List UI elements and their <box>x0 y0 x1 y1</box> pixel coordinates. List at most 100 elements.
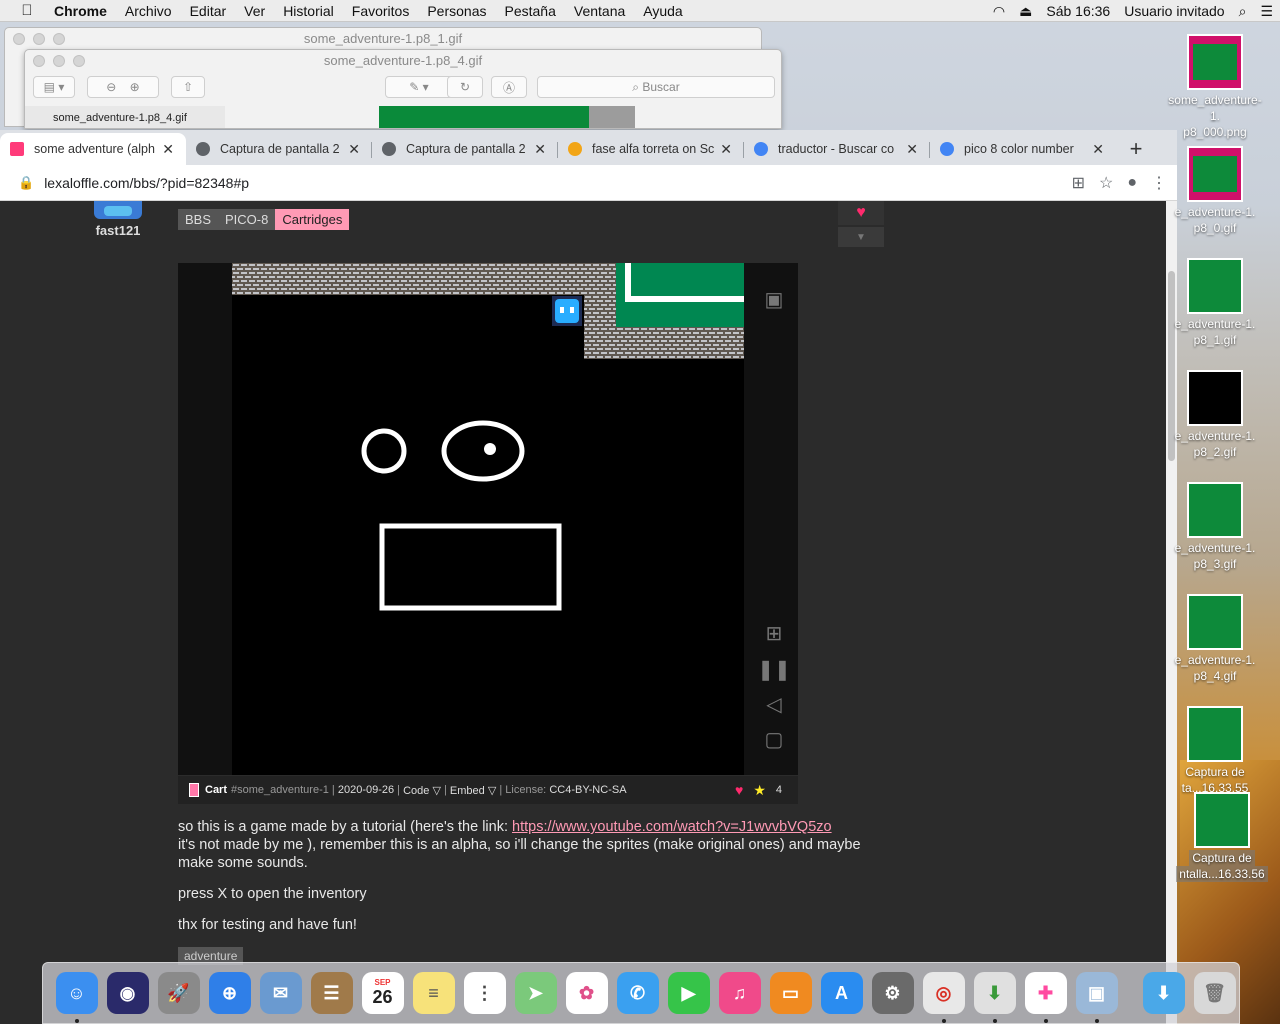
siri-icon[interactable]: ◉ <box>106 972 149 1014</box>
menubar-user[interactable]: Usuario invitado <box>1117 3 1231 19</box>
apple-menu-icon[interactable]:  <box>0 2 54 19</box>
sidebar-toggle-button[interactable]: ▤ ▾ <box>33 76 75 98</box>
menu-ayuda[interactable]: Ayuda <box>634 3 691 19</box>
menu-favoritos[interactable]: Favoritos <box>343 3 419 19</box>
desktop-file-icon[interactable]: Captura de ta...16.33.55 <box>1165 706 1265 796</box>
license-value[interactable]: CC4-BY-NC-SA <box>549 784 626 796</box>
breadcrumb-bbs[interactable]: BBS <box>178 209 219 230</box>
desktop-file-icon-selected[interactable]: Captura de ntalla...16.33.56 <box>1172 792 1272 882</box>
contacts-icon[interactable]: ☰ <box>310 972 353 1014</box>
cart-reset-icon[interactable]: ▣ <box>760 285 788 313</box>
breadcrumb-cartridges[interactable]: Cartridges <box>275 209 350 230</box>
post-text-1a: so this is a game made by a tutorial (he… <box>178 819 513 835</box>
app-store-icon[interactable]: A <box>820 972 863 1014</box>
reminders-icon[interactable]: ⋮ <box>463 972 506 1014</box>
sound-icon[interactable]: ◁ <box>760 690 788 718</box>
pico8-cart-player[interactable]: ▣ ⊞ ❚❚ ◁ ▢ <box>178 263 798 775</box>
markup-button[interactable]: ✎ ▾ <box>385 76 453 98</box>
lock-icon[interactable]: 🔒 <box>18 175 34 191</box>
tab-pico8-color[interactable]: pico 8 color number ✕ <box>930 133 1116 165</box>
heart-icon[interactable]: ♥ <box>735 782 743 798</box>
tab-close-icon[interactable]: ✕ <box>162 141 174 158</box>
desktop-file-icon[interactable]: e_adventure-1. p8_2.gif <box>1165 370 1265 460</box>
pause-icon[interactable]: ❚❚ <box>757 655 791 683</box>
menubar-clock[interactable]: Sáb 16:36 <box>1039 3 1117 19</box>
address-bar[interactable]: 🔒 lexaloffle.com/bbs/?pid=82348#p <box>18 175 249 191</box>
menu-archivo[interactable]: Archivo <box>116 3 181 19</box>
menu-app-name[interactable]: Chrome <box>54 3 116 19</box>
tab-captura-1[interactable]: Captura de pantalla 2 ✕ <box>186 133 372 165</box>
annotate-button[interactable]: Ⓐ <box>491 76 527 98</box>
tab-close-icon[interactable]: ✕ <box>348 141 360 158</box>
star-icon[interactable]: ★ <box>753 782 766 799</box>
messages-icon[interactable]: ✆ <box>616 972 659 1014</box>
new-tab-button[interactable]: + <box>1116 133 1156 165</box>
menu-editar[interactable]: Editar <box>181 3 236 19</box>
share-button[interactable]: ⇧ <box>171 76 205 98</box>
heart-icon[interactable]: ♥ <box>838 201 884 225</box>
launchpad-icon[interactable]: 🚀 <box>157 972 200 1014</box>
preview-window-front[interactable]: some_adventure-1.p8_4.gif ▤ ▾ ⊖ ⊕ ⇧ ✎ ▾ … <box>24 49 782 129</box>
url-text: lexaloffle.com/bbs/?pid=82348#p <box>44 174 250 191</box>
zoom-buttons[interactable]: ⊖ ⊕ <box>87 76 159 98</box>
maps-icon[interactable]: ➤ <box>514 972 557 1014</box>
rotate-button[interactable]: ↻ <box>447 76 483 98</box>
game-screen[interactable] <box>232 263 744 775</box>
tab-traductor[interactable]: traductor - Buscar co ✕ <box>744 133 930 165</box>
ibooks-icon[interactable]: ▭ <box>769 972 812 1014</box>
username[interactable]: fast121 <box>94 223 142 238</box>
menu-historial[interactable]: Historial <box>274 3 343 19</box>
tab-close-icon[interactable]: ✕ <box>906 141 918 158</box>
chevron-down-icon[interactable]: ▼ <box>838 227 884 247</box>
notification-center-icon[interactable]: ☰ <box>1253 3 1280 20</box>
desktop-file-icon[interactable]: e_adventure-1. p8_3.gif <box>1165 482 1265 572</box>
desktop-file-icon[interactable]: e_adventure-1. p8_1.gif <box>1165 258 1265 348</box>
tab-captura-2[interactable]: Captura de pantalla 2 ✕ <box>372 133 558 165</box>
search-input[interactable]: ⌕ Buscar <box>537 76 775 98</box>
code-dropdown[interactable]: Code ▽ <box>403 784 441 797</box>
eject-icon[interactable]: ⏏ <box>1012 3 1039 20</box>
safari-icon[interactable]: ⊕ <box>208 972 251 1014</box>
chrome-icon[interactable]: ◎ <box>922 972 965 1023</box>
desktop-file-icon[interactable]: some_adventure-1. p8_000.png <box>1165 34 1265 140</box>
avatar[interactable] <box>94 201 142 219</box>
breadcrumb-pico8[interactable]: PICO-8 <box>218 209 276 230</box>
translate-icon[interactable]: ⊞ <box>1072 173 1085 193</box>
youtube-link[interactable]: https://www.youtube.com/watch?v=J1wvvbVQ… <box>512 819 832 835</box>
desktop-file-icon[interactable]: e_adventure-1. p8_4.gif <box>1165 594 1265 684</box>
trash-icon[interactable]: 🗑 <box>1193 972 1236 1014</box>
system-preferences-icon[interactable]: ⚙ <box>871 972 914 1014</box>
wifi-icon[interactable]: ◠ <box>986 3 1012 20</box>
bookmark-star-icon[interactable]: ☆ <box>1099 173 1113 193</box>
photos-icon[interactable]: ✿ <box>565 972 608 1014</box>
preview-icon[interactable]: ▣ <box>1075 972 1118 1023</box>
sidebar-item[interactable]: some_adventure-1.p8_4.gif <box>25 106 225 128</box>
downloads-icon[interactable]: ⬇ <box>1142 972 1185 1014</box>
embed-dropdown[interactable]: Embed ▽ <box>450 784 496 797</box>
menu-personas[interactable]: Personas <box>418 3 495 19</box>
gamepad-icon[interactable]: ⊞ <box>760 619 788 647</box>
desktop-file-icon[interactable]: e_adventure-1. p8_0.gif <box>1165 146 1265 236</box>
profile-icon[interactable]: ● <box>1127 174 1137 192</box>
tab-close-icon[interactable]: ✕ <box>1092 141 1104 158</box>
dock-glyph: ♫ <box>732 982 747 1003</box>
facetime-icon[interactable]: ▶ <box>667 972 710 1014</box>
spotlight-search-icon[interactable]: ⌕ <box>1232 3 1254 20</box>
menu-pestana[interactable]: Pestaña <box>496 3 565 19</box>
file-label: e_adventure-1. <box>1174 205 1256 219</box>
fullscreen-icon[interactable]: ▢ <box>760 725 788 753</box>
cart-id[interactable]: #some_adventure-1 <box>231 784 329 796</box>
installer-icon[interactable]: ⬇ <box>973 972 1016 1023</box>
menu-ventana[interactable]: Ventana <box>565 3 634 19</box>
tab-some-adventure[interactable]: some adventure (alph ✕ <box>0 133 186 165</box>
pico8-icon[interactable]: ✚ <box>1024 972 1067 1023</box>
finder-icon[interactable]: ☺ <box>55 972 98 1023</box>
tab-fase-alfa[interactable]: fase alfa torreta on Sc ✕ <box>558 133 744 165</box>
itunes-icon[interactable]: ♫ <box>718 972 761 1014</box>
notes-icon[interactable]: ≡ <box>412 972 455 1014</box>
calendar-icon[interactable]: SEP 26 <box>361 972 404 1014</box>
mail-icon[interactable]: ✉ <box>259 972 302 1014</box>
tab-close-icon[interactable]: ✕ <box>534 141 546 158</box>
menu-ver[interactable]: Ver <box>235 3 274 19</box>
tab-close-icon[interactable]: ✕ <box>720 141 732 158</box>
